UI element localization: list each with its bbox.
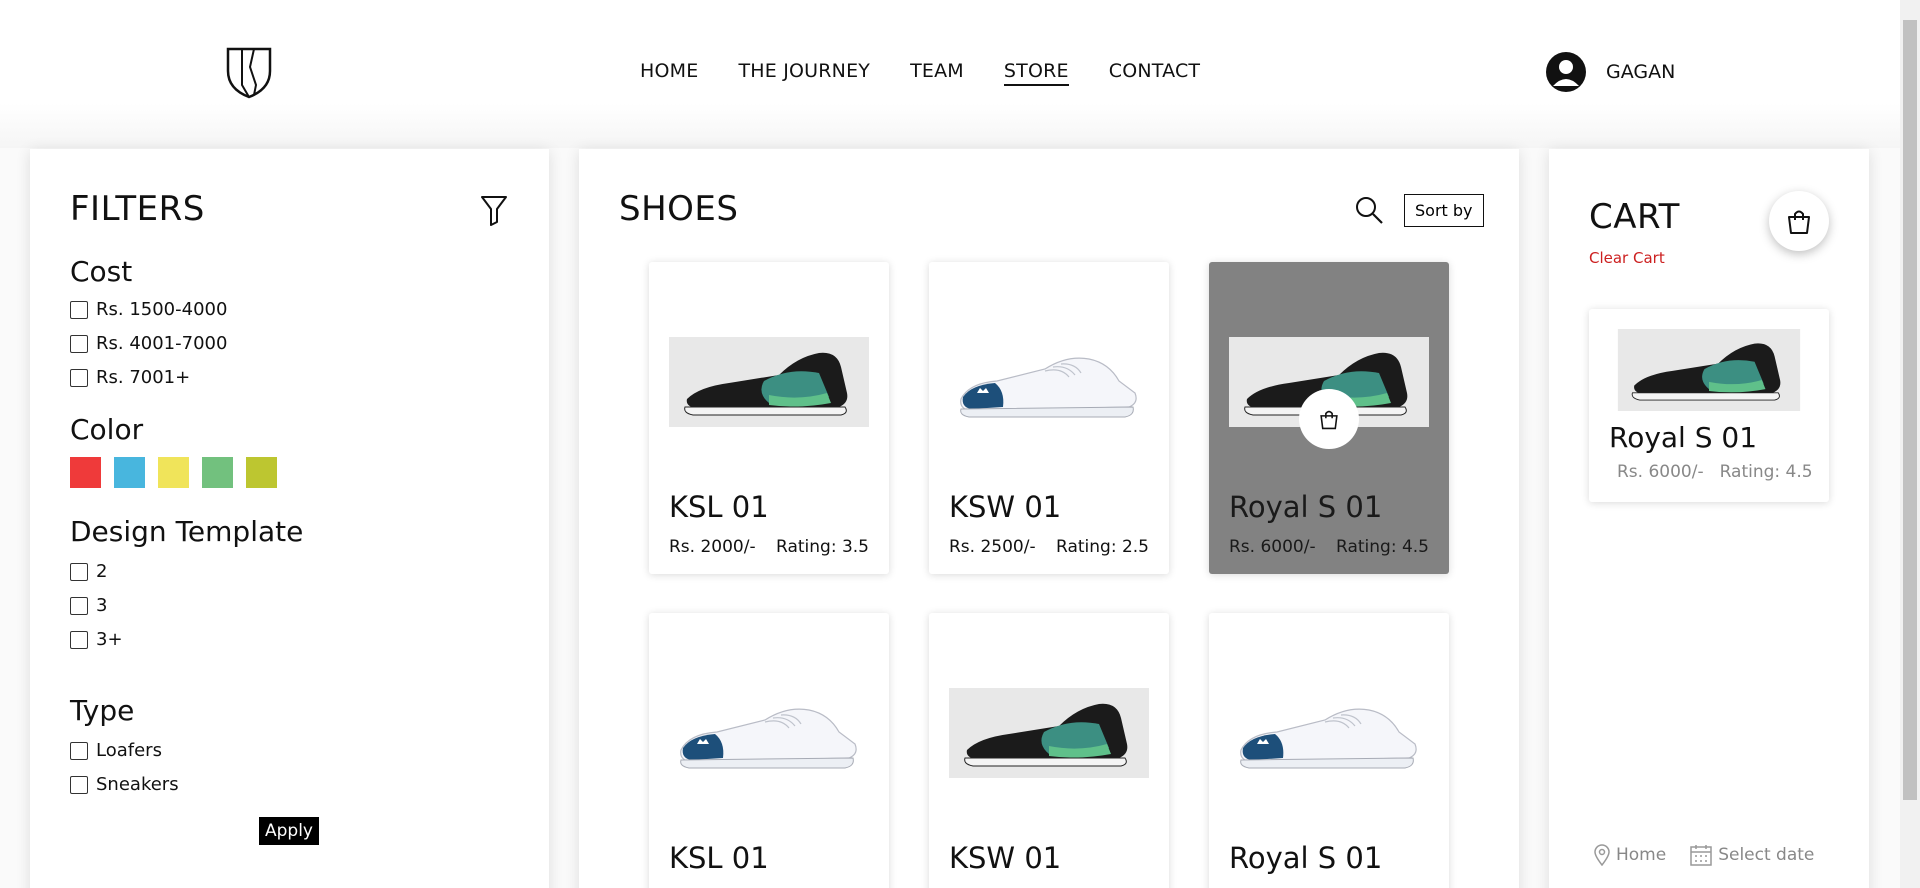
shoe-image <box>669 337 869 427</box>
design-option-3plus[interactable]: 3+ <box>70 629 123 650</box>
checkbox[interactable] <box>70 775 88 794</box>
swatch-olive[interactable] <box>246 457 277 488</box>
checkbox[interactable] <box>70 596 88 615</box>
cost-heading: Cost <box>70 255 133 288</box>
type-option-label: Loafers <box>96 740 162 761</box>
swatch-green[interactable] <box>202 457 233 488</box>
shoe-image <box>960 357 1137 418</box>
product-name: Royal S 01 <box>1229 490 1383 524</box>
design-option-label: 3+ <box>96 629 123 650</box>
shoe-image <box>680 708 857 769</box>
nav-the-journey[interactable]: THE JOURNEY <box>738 60 870 86</box>
checkbox[interactable] <box>70 630 88 649</box>
cart-item-name: Royal S 01 <box>1609 421 1758 454</box>
product-card[interactable]: KSW 01 <box>929 613 1169 888</box>
product-rating: Rating: 4.5 <box>1336 537 1429 557</box>
cart-footer: Home Select date <box>1594 844 1814 866</box>
add-to-cart-button[interactable] <box>1299 389 1359 449</box>
location-pin-icon <box>1594 844 1610 866</box>
product-name: Royal S 01 <box>1229 841 1383 875</box>
checkbox[interactable] <box>70 334 88 353</box>
date-label: Select date <box>1718 845 1815 865</box>
product-card[interactable]: KSL 01 <box>649 613 889 888</box>
product-price: Rs. 2000/- <box>669 537 756 557</box>
product-card[interactable]: KSL 01 Rs. 2000/- Rating: 3.5 <box>649 262 889 574</box>
color-swatches <box>70 457 277 488</box>
user-name: GAGAN <box>1606 61 1676 83</box>
product-name: KSW 01 <box>949 490 1062 524</box>
type-heading: Type <box>70 694 135 727</box>
nav-team[interactable]: TEAM <box>910 60 964 86</box>
filter-funnel-icon[interactable] <box>480 194 508 226</box>
product-name: KSW 01 <box>949 841 1062 875</box>
shoes-panel: SHOES Sort by KSL 01 Rs. 2000/- Rating: 3.… <box>579 149 1519 888</box>
type-option-sneakers[interactable]: Sneakers <box>70 774 179 795</box>
type-option-label: Sneakers <box>96 774 179 795</box>
calendar-icon <box>1690 845 1712 866</box>
location-label: Home <box>1616 845 1667 865</box>
search-icon[interactable] <box>1354 195 1384 225</box>
checkbox[interactable] <box>70 300 88 319</box>
clear-cart-link[interactable]: Clear Cart <box>1589 249 1665 267</box>
filters-panel: FILTERS Cost Rs. 1500-4000 Rs. 4001-7000… <box>30 149 549 888</box>
checkbox[interactable] <box>70 562 88 581</box>
top-navbar: HOME THE JOURNEY TEAM STORE CONTACT GAGA… <box>0 0 1900 148</box>
cart-panel: CART Clear Cart Royal S 01 Rs. 6000/- Ra… <box>1549 149 1869 888</box>
nav-store[interactable]: STORE <box>1003 60 1069 86</box>
shopping-bag-icon <box>1320 410 1338 430</box>
cost-option-1[interactable]: Rs. 1500-4000 <box>70 299 227 320</box>
color-heading: Color <box>70 413 144 446</box>
product-card[interactable]: Royal S 01 Rs. 6000/- Rating: 4.5 <box>1209 262 1449 574</box>
product-rating: Rating: 2.5 <box>1056 537 1149 557</box>
swatch-blue[interactable] <box>114 457 145 488</box>
delivery-location[interactable]: Home <box>1594 844 1666 866</box>
cart-item-meta: Rs. 6000/- Rating: 4.5 <box>1617 462 1813 482</box>
product-price: Rs. 2500/- <box>949 537 1036 557</box>
swatch-yellow[interactable] <box>158 457 189 488</box>
apply-button[interactable]: Apply <box>259 817 319 845</box>
cost-option-3[interactable]: Rs. 7001+ <box>70 367 190 388</box>
design-option-3[interactable]: 3 <box>70 595 107 616</box>
design-option-label: 3 <box>96 595 108 616</box>
nav-home[interactable]: HOME <box>640 60 698 86</box>
product-card[interactable]: KSW 01 Rs. 2500/- Rating: 2.5 <box>929 262 1169 574</box>
design-option-2[interactable]: 2 <box>70 561 107 582</box>
brand-logo[interactable] <box>224 45 274 101</box>
shopping-bag-icon <box>1788 210 1810 234</box>
cart-bag-button[interactable] <box>1769 191 1829 251</box>
shoe-image <box>949 688 1149 778</box>
user-menu[interactable]: GAGAN <box>1546 52 1675 92</box>
select-date[interactable]: Select date <box>1690 844 1814 866</box>
product-rating: Rating: 3.5 <box>776 537 869 557</box>
checkbox[interactable] <box>70 368 88 387</box>
swatch-red[interactable] <box>70 457 101 488</box>
product-card[interactable]: Royal S 01 <box>1209 613 1449 888</box>
shoe-image <box>1240 708 1417 769</box>
cost-option-label: Rs. 4001-7000 <box>96 333 228 354</box>
product-name: KSL 01 <box>669 841 769 875</box>
cart-item-price: Rs. 6000/- <box>1617 462 1704 482</box>
cost-option-2[interactable]: Rs. 4001-7000 <box>70 333 227 354</box>
design-template-heading: Design Template <box>70 515 304 548</box>
checkbox[interactable] <box>70 741 88 760</box>
cart-item[interactable]: Royal S 01 Rs. 6000/- Rating: 4.5 <box>1589 309 1829 502</box>
user-avatar-icon <box>1546 52 1586 92</box>
design-option-label: 2 <box>96 561 108 582</box>
cart-item-rating: Rating: 4.5 <box>1719 462 1813 482</box>
main-nav: HOME THE JOURNEY TEAM STORE CONTACT <box>640 60 1200 86</box>
cost-option-label: Rs. 1500-4000 <box>96 299 228 320</box>
product-price: Rs. 6000/- <box>1229 537 1316 557</box>
product-name: KSL 01 <box>669 490 769 524</box>
shoe-image <box>1617 329 1801 411</box>
sort-by-button[interactable]: Sort by <box>1404 194 1484 227</box>
cart-title: CART <box>1589 197 1680 237</box>
cost-option-label: Rs. 7001+ <box>96 367 191 388</box>
shoes-title: SHOES <box>619 189 739 229</box>
type-option-loafers[interactable]: Loafers <box>70 740 162 761</box>
nav-contact[interactable]: CONTACT <box>1109 60 1201 86</box>
scrollbar-thumb[interactable] <box>1903 20 1917 800</box>
filters-title: FILTERS <box>70 189 205 229</box>
